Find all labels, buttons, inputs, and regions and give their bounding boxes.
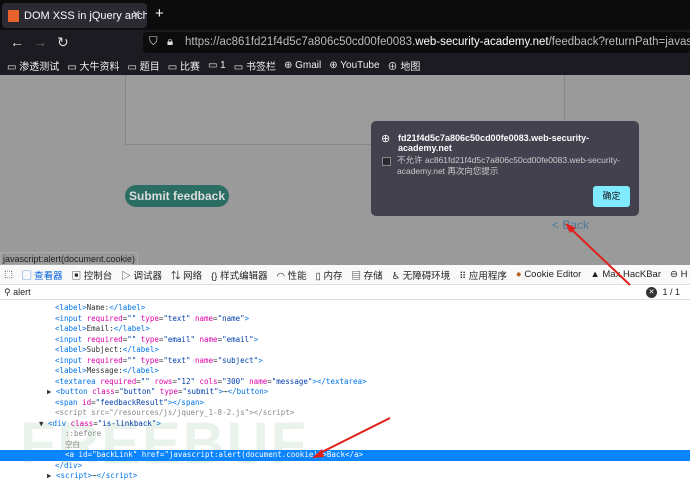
url-suffix: /feedback?returnPath=javascript:alert(d bbox=[548, 36, 690, 48]
bookmark-gmail[interactable]: ⊕ Gmail bbox=[284, 60, 321, 71]
bookmark-label: 题目 bbox=[139, 61, 160, 73]
tab-label: 应用程序 bbox=[468, 270, 507, 282]
new-tab-button[interactable]: + bbox=[155, 5, 164, 22]
markup-line[interactable]: <input required="" type="text" name="nam… bbox=[0, 314, 690, 325]
tab-performance[interactable]: ◠ 性能 bbox=[277, 268, 307, 282]
tab-console[interactable]: ▣ 控制台 bbox=[72, 268, 113, 282]
url-domain: web-security-academy.net bbox=[415, 36, 549, 48]
markup-line[interactable]: <label>Subject:</label> bbox=[0, 345, 690, 356]
nav-bar: ← → ↻ ⛉ 🔒︎ https://ac861fd21f4d5c7a806c50c… bbox=[0, 30, 690, 55]
url-prefix: https://ac861fd21f4d5c7a806c50cd00fe0083… bbox=[185, 36, 416, 48]
submit-feedback-button[interactable]: Submit feedback bbox=[125, 185, 229, 207]
markup-tree: <label>Name:</label> <input required="" t… bbox=[0, 300, 690, 482]
markup-line[interactable]: ▶ <button class="button" type="submit">⋯… bbox=[0, 387, 690, 398]
markup-line[interactable]: <input required="" type="email" name="em… bbox=[0, 335, 690, 346]
bookmark-label: 渗透测试 bbox=[19, 61, 60, 73]
tab-label: 存储 bbox=[363, 270, 383, 282]
dialog-host: fd21f4d5c7a806c50cd00fe0083.web-security… bbox=[398, 133, 590, 153]
bookmark-label: Gmail bbox=[295, 59, 322, 71]
search-input[interactable]: alert bbox=[13, 287, 31, 297]
markup-line[interactable]: <label>Email:</label> bbox=[0, 324, 690, 335]
alert-dialog: ⊕ fd21f4d5c7a806c50cd00fe0083.web-securi… bbox=[371, 121, 639, 216]
status-bar-url: javascript:alert(document.cookie) bbox=[0, 252, 139, 265]
tab-label: 控制台 bbox=[83, 270, 113, 282]
tab-label: 查看器 bbox=[34, 270, 63, 282]
devtools-toolbar: ⬚ ▢ 查看器 ▣ 控制台 ▷ 调试器 ⇅ 网络 {} 样式编辑器 ◠ 性能 ▯… bbox=[0, 265, 690, 285]
tab-application[interactable]: ⠿ 应用程序 bbox=[459, 268, 507, 282]
tab-label: 样式编辑器 bbox=[220, 270, 268, 282]
tab-more[interactable]: ⊖ H bbox=[670, 269, 687, 280]
bookmark-label: YouTube bbox=[340, 59, 380, 71]
suppress-label: 不允许 ac861fd21f4d5c7a806c50cd00fe0083.web… bbox=[397, 155, 621, 176]
tab-strip: DOM XSS in jQuery anchor h✕ + bbox=[0, 0, 690, 30]
bookmarks-bar: ▭ 渗透测试 ▭ 大牛资料 ▭ 题目 ▭ 比赛 ▭ 1 ▭ 书签栏 ⊕ Gmai… bbox=[0, 55, 690, 75]
favicon-icon bbox=[8, 9, 19, 22]
markup-line[interactable]: <input required="" type="text" name="sub… bbox=[0, 356, 690, 367]
tab-style-editor[interactable]: {} 样式编辑器 bbox=[211, 268, 268, 282]
bookmark-folder[interactable]: ▭ 大牛资料 bbox=[67, 58, 119, 73]
browser-tab[interactable]: DOM XSS in jQuery anchor h✕ bbox=[2, 3, 147, 28]
markup-line[interactable]: <label>Name:</label> bbox=[0, 303, 690, 314]
tab-label: 无障碍环境 bbox=[402, 270, 451, 282]
bookmark-folder[interactable]: ▭ 比赛 bbox=[168, 58, 200, 73]
reload-icon[interactable]: ↻ bbox=[57, 34, 69, 51]
tab-label: 调试器 bbox=[133, 270, 162, 282]
markup-line[interactable]: 空白 bbox=[0, 440, 690, 451]
tab-cookie-editor[interactable]: ● Cookie Editor bbox=[516, 269, 581, 280]
selected-node[interactable]: <a id="backLink" href="javascript:alert(… bbox=[0, 450, 690, 461]
tab-inspector[interactable]: ▢ 查看器 bbox=[22, 268, 63, 282]
url-bar[interactable]: ⛉ 🔒︎ https://ac861fd21f4d5c7a806c50cd00fe0… bbox=[143, 32, 690, 53]
globe-icon: ⊕ bbox=[381, 133, 391, 145]
tab-label: H bbox=[680, 269, 688, 280]
markup-search[interactable]: ⚲ alert ✕ 1 / 1 bbox=[0, 285, 690, 300]
markup-line[interactable]: <textarea required="" rows="12" cols="30… bbox=[0, 377, 690, 388]
markup-line[interactable]: ::before bbox=[0, 429, 690, 440]
close-tab-icon[interactable]: ✕ bbox=[132, 8, 141, 21]
markup-line[interactable]: ▶ <script>⋯</script> bbox=[0, 471, 690, 482]
tab-label: Cookie Editor bbox=[524, 269, 582, 280]
bookmark-label: 比赛 bbox=[179, 61, 200, 73]
markup-line[interactable]: <label>Message:</label> bbox=[0, 366, 690, 377]
back-icon[interactable]: ← bbox=[10, 34, 24, 50]
tab-title: DOM XSS in jQuery anchor h bbox=[24, 9, 147, 22]
suppress-checkbox[interactable] bbox=[382, 157, 391, 166]
bookmark-label: 地图 bbox=[400, 61, 421, 73]
forward-icon[interactable]: → bbox=[33, 34, 47, 50]
tab-label: 内存 bbox=[323, 270, 343, 282]
markup-line[interactable]: <script src="/resources/js/jquery_1-8-2.… bbox=[0, 408, 690, 419]
tab-network[interactable]: ⇅ 网络 bbox=[171, 268, 202, 282]
bookmark-youtube[interactable]: ⊕ YouTube bbox=[329, 60, 379, 71]
shield-icon: ⛉ bbox=[149, 36, 158, 48]
ok-button[interactable]: 确定 bbox=[593, 186, 630, 207]
clear-search-icon[interactable]: ✕ bbox=[646, 287, 657, 298]
markup-line[interactable]: <span id="feedbackResult"></span> bbox=[0, 398, 690, 409]
lock-icon: 🔒︎ bbox=[167, 36, 174, 48]
tab-label: 网络 bbox=[183, 270, 203, 282]
back-link[interactable]: < Back bbox=[552, 218, 589, 232]
match-count: 1 / 1 bbox=[662, 287, 680, 297]
bookmark-folder[interactable]: ▭ 渗透测试 bbox=[7, 58, 59, 73]
search-icon: ⚲ bbox=[4, 287, 11, 297]
tab-storage[interactable]: ▤ 存储 bbox=[351, 268, 382, 282]
tab-memory[interactable]: ▯ 内存 bbox=[316, 268, 343, 282]
bookmark-label: 1 bbox=[220, 59, 226, 71]
element-picker-icon[interactable]: ⬚ bbox=[4, 269, 13, 280]
tab-label: 性能 bbox=[287, 270, 307, 282]
cookie-icon: ● bbox=[515, 269, 522, 280]
bookmark-folder[interactable]: ▭ 书签栏 bbox=[234, 58, 276, 73]
tab-label: Max HacKBar bbox=[602, 269, 661, 280]
tab-accessibility[interactable]: ♿︎ 无障碍环境 bbox=[392, 268, 451, 282]
markup-line[interactable]: ▼ <div class="is-linkback"> bbox=[0, 419, 690, 430]
bookmark-folder[interactable]: ▭ 题目 bbox=[127, 58, 159, 73]
tab-hackbar[interactable]: ▲ Max HacKBar bbox=[590, 269, 661, 280]
markup-line[interactable]: </div> bbox=[0, 461, 690, 472]
bookmark-folder[interactable]: ▭ 1 bbox=[208, 60, 226, 71]
bookmark-label: 大牛资料 bbox=[79, 61, 120, 73]
bookmark-label: 书签栏 bbox=[245, 61, 276, 73]
tab-debugger[interactable]: ▷ 调试器 bbox=[121, 268, 162, 282]
bookmark-map[interactable]: ⊕ 地图 bbox=[388, 58, 421, 73]
